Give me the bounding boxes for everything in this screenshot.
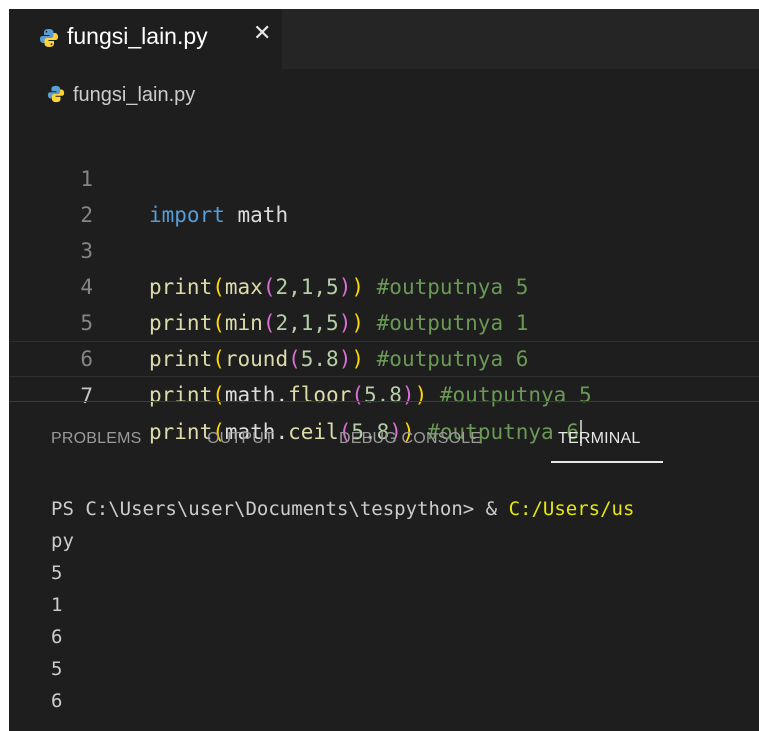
dot: . [275, 383, 289, 407]
comment: #outputnya 5 [439, 383, 592, 407]
terminal-output-line: 5 [51, 658, 63, 680]
terminal-prompt: PS C:\Users\user\Documents\tespython> & [51, 498, 509, 520]
tab-debug-console[interactable]: DEBUG CONSOLE [339, 430, 481, 448]
code-line-2[interactable]: 2 [9, 161, 759, 227]
line-number: 7 [80, 384, 93, 408]
tab-terminal[interactable]: TERMINAL [558, 430, 641, 448]
editor-tab-bar: fungsi_lain.py ✕ [9, 9, 759, 69]
python-icon [40, 29, 58, 47]
close-icon[interactable]: ✕ [253, 21, 271, 46]
bracket: ) [414, 383, 428, 407]
tab-output[interactable]: OUTPUT [207, 430, 274, 448]
terminal-wrap-line: py [51, 530, 74, 552]
bracket: ) [401, 383, 415, 407]
terminal-output-line: 5 [51, 562, 63, 584]
active-tab-indicator [551, 461, 663, 463]
terminal-command-line: PS C:\Users\user\Documents\tespython> & … [51, 493, 634, 525]
breadcrumb[interactable]: fungsi_lain.py [9, 69, 759, 117]
terminal-command-path: C:/Users/us [508, 498, 635, 520]
code-line-1[interactable]: 1 import math [9, 125, 759, 227]
identifier: math [224, 383, 276, 407]
terminal-output-line: 6 [51, 626, 63, 648]
vscode-window: fungsi_lain.py ✕ fungsi_lain.py 1 import… [9, 9, 759, 731]
code-line-3[interactable]: 3 print(max(2,1,5)) #outputnya 5 [9, 197, 759, 299]
code-line-4[interactable]: 4 print(min(2,1,5)) #outputnya 1 [9, 233, 759, 335]
function-name: print [149, 383, 213, 407]
function-name: floor [288, 383, 352, 407]
terminal-output-line: 1 [51, 594, 63, 616]
tab-label: fungsi_lain.py [67, 23, 208, 49]
bracket: ( [351, 383, 364, 407]
tab-fungsi-lain[interactable]: fungsi_lain.py ✕ [9, 9, 282, 69]
code-editor[interactable]: 1 import math 2 3 print(max(2,1,5)) #out… [9, 117, 759, 446]
panel-divider [9, 401, 759, 402]
code-line-6[interactable]: 6 print(math.floor(5.8)) #outputnya 5 [9, 305, 759, 407]
breadcrumb-file[interactable]: fungsi_lain.py [73, 84, 195, 107]
bracket: ( [212, 383, 225, 407]
terminal-output-line: 6 [51, 690, 63, 712]
arguments: 5.8 [363, 383, 402, 407]
code-line-7[interactable]: 7 print(math.ceil(5.8)) #outputnya 6 [9, 341, 759, 446]
terminal[interactable]: PS C:\Users\user\Documents\tespython> & … [9, 487, 759, 731]
panel-tab-bar: PROBLEMS OUTPUT DEBUG CONSOLE TERMINAL [9, 424, 759, 474]
code-line-5[interactable]: 5 print(round(5.8)) #outputnya 6 [9, 269, 759, 371]
python-icon [47, 85, 65, 103]
tab-problems[interactable]: PROBLEMS [51, 430, 142, 448]
